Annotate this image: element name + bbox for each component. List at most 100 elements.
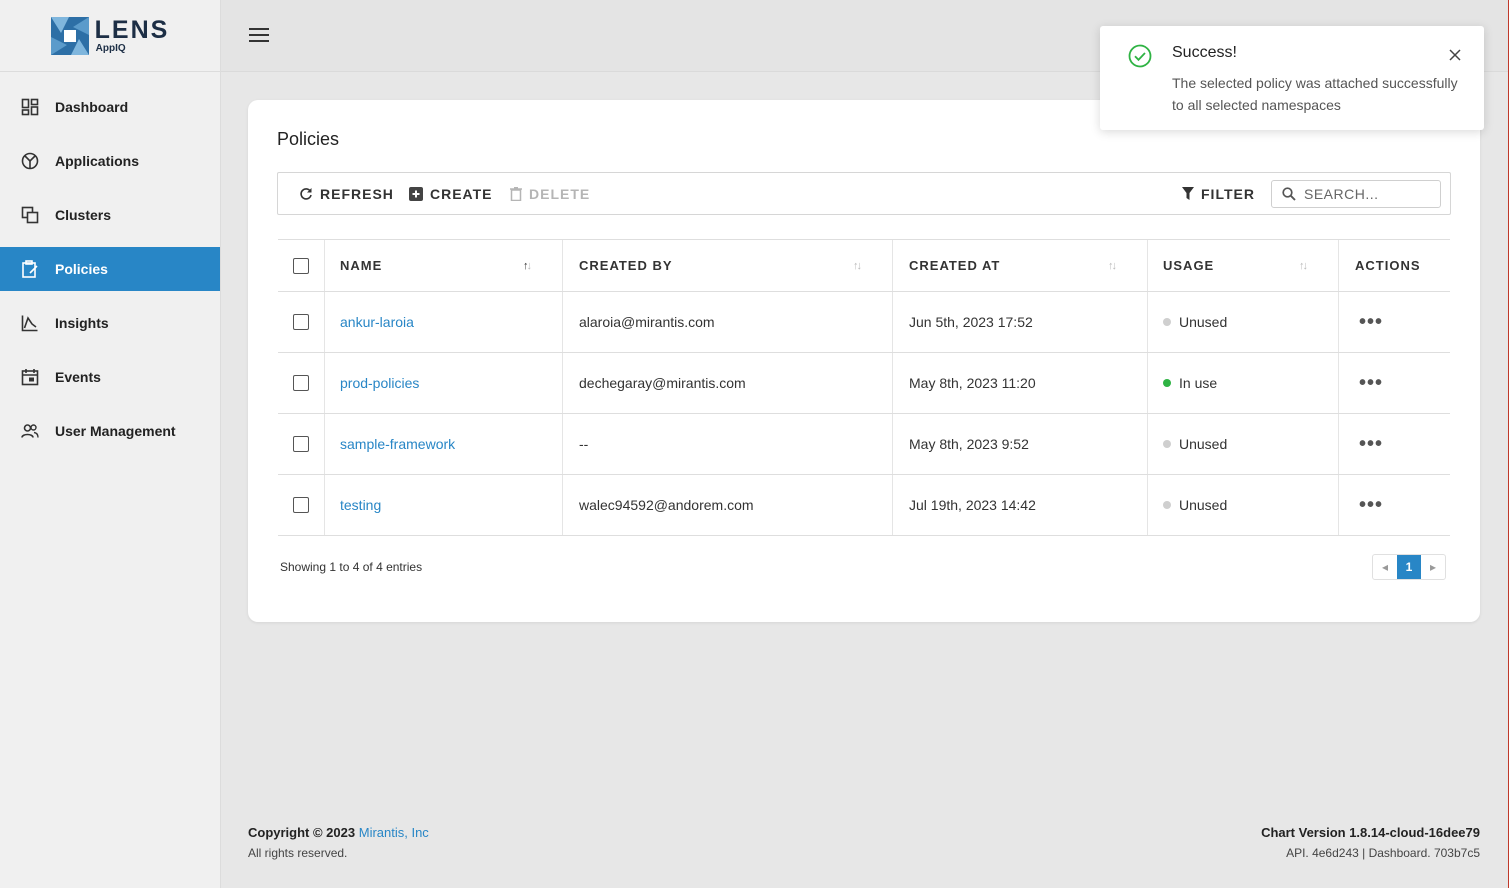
refresh-button[interactable]: REFRESH <box>299 173 394 214</box>
actions-cell: ••• <box>1339 292 1450 352</box>
sidebar-item-label: Applications <box>55 153 140 169</box>
usage-label: Unused <box>1179 436 1228 452</box>
next-page-icon[interactable]: ▸ <box>1421 555 1445 579</box>
page-title: Policies <box>277 129 340 149</box>
usage-cell: Unused <box>1148 475 1339 535</box>
policy-name-cell: testing <box>325 475 563 535</box>
success-check-icon <box>1128 44 1152 68</box>
created-at-cell: May 8th, 2023 9:52 <box>893 414 1148 474</box>
sidebar-item-insights[interactable]: Insights <box>0 301 220 345</box>
policy-name-link[interactable]: testing <box>340 497 381 513</box>
copyright-text: Copyright © 2023 <box>248 825 356 840</box>
table-row: ankur-laroia alaroia@mirantis.com Jun 5t… <box>278 292 1450 353</box>
row-select-cell <box>278 353 325 413</box>
created-at-cell: Jun 5th, 2023 17:52 <box>893 292 1148 352</box>
search-box[interactable] <box>1271 180 1441 208</box>
applications-icon <box>20 151 40 171</box>
actions-cell: ••• <box>1339 353 1450 413</box>
more-actions-icon[interactable]: ••• <box>1359 495 1383 515</box>
menu-toggle-icon[interactable] <box>249 28 269 44</box>
table-toolbar: REFRESH CREATE DELETE FILTER <box>277 172 1451 215</box>
created-by-cell: dechegaray@mirantis.com <box>563 353 893 413</box>
table-row: testing walec94592@andorem.com Jul 19th,… <box>278 475 1450 536</box>
usage-status-dot <box>1163 440 1171 448</box>
search-icon <box>1282 187 1296 201</box>
table-row: prod-policies dechegaray@mirantis.com Ma… <box>278 353 1450 414</box>
sort-icon[interactable]: ↑↓ <box>853 260 862 272</box>
row-checkbox[interactable] <box>293 314 309 330</box>
created-by-cell: alaroia@mirantis.com <box>563 292 893 352</box>
more-actions-icon[interactable]: ••• <box>1359 434 1383 454</box>
header-usage[interactable]: USAGE ↑↓ <box>1148 240 1339 291</box>
create-button[interactable]: CREATE <box>409 173 493 214</box>
policy-name-cell: sample-framework <box>325 414 563 474</box>
company-link[interactable]: Mirantis, Inc <box>359 825 429 840</box>
api-version: API. 4e6d243 | Dashboard. 703b7c5 <box>1286 846 1480 860</box>
sidebar-item-label: Policies <box>55 261 108 277</box>
more-actions-icon[interactable]: ••• <box>1359 312 1383 332</box>
close-icon[interactable] <box>1448 48 1462 62</box>
sidebar-item-applications[interactable]: Applications <box>0 139 220 183</box>
sidebar-item-user-management[interactable]: User Management <box>0 409 220 453</box>
sidebar-nav: Dashboard Applications Clusters Policies… <box>0 85 220 463</box>
sidebar-item-dashboard[interactable]: Dashboard <box>0 85 220 129</box>
row-checkbox[interactable] <box>293 375 309 391</box>
dashboard-icon <box>20 97 40 117</box>
header-usage-label: USAGE <box>1163 258 1215 273</box>
search-input[interactable] <box>1302 185 1436 203</box>
table-row: sample-framework -- May 8th, 2023 9:52 U… <box>278 414 1450 475</box>
entries-summary: Showing 1 to 4 of 4 entries <box>280 560 423 574</box>
trash-icon <box>510 186 522 201</box>
filter-button[interactable]: FILTER <box>1182 173 1255 214</box>
delete-label: DELETE <box>529 185 591 202</box>
brand-name: LENS <box>94 15 170 44</box>
policy-name-link[interactable]: sample-framework <box>340 436 455 452</box>
toast-message: The selected policy was attached success… <box>1172 75 1458 113</box>
created-at-cell: May 8th, 2023 11:20 <box>893 353 1148 413</box>
success-toast: Success! The selected policy was attache… <box>1100 26 1484 130</box>
header-created-at[interactable]: CREATED AT ↑↓ <box>893 240 1148 291</box>
sidebar-item-policies[interactable]: Policies <box>0 247 220 291</box>
clusters-icon <box>20 205 40 225</box>
delete-button[interactable]: DELETE <box>510 173 590 214</box>
sort-icon[interactable]: ↑↓ <box>523 260 532 272</box>
usage-label: Unused <box>1179 497 1228 513</box>
events-icon <box>20 367 40 387</box>
rights-text: All rights reserved. <box>248 846 348 860</box>
policies-table: NAME ↑↓ CREATED BY ↑↓ CREATED AT ↑↓ USAG… <box>278 239 1450 536</box>
select-all-cell <box>278 240 325 291</box>
header-created-at-label: CREATED AT <box>909 258 1001 273</box>
usage-cell: In use <box>1148 353 1339 413</box>
policy-name-link[interactable]: ankur-laroia <box>340 314 414 330</box>
usage-label: In use <box>1179 375 1218 391</box>
sidebar-item-label: Dashboard <box>55 99 129 115</box>
refresh-icon <box>300 187 312 200</box>
sort-icon[interactable]: ↑↓ <box>1299 260 1308 272</box>
policy-name-link[interactable]: prod-policies <box>340 375 419 391</box>
insights-icon <box>20 313 40 333</box>
lens-logo[interactable]: LENS AppIQ <box>50 15 170 55</box>
row-checkbox[interactable] <box>293 497 309 513</box>
header-created-by[interactable]: CREATED BY ↑↓ <box>563 240 893 291</box>
users-icon <box>20 421 40 441</box>
usage-status-dot <box>1163 379 1171 387</box>
more-actions-icon[interactable]: ••• <box>1359 373 1383 393</box>
sort-icon[interactable]: ↑↓ <box>1108 260 1117 272</box>
logo-area: LENS AppIQ <box>0 0 220 72</box>
sidebar-item-clusters[interactable]: Clusters <box>0 193 220 237</box>
header-name-label: NAME <box>340 258 383 273</box>
header-name[interactable]: NAME ↑↓ <box>325 240 563 291</box>
row-select-cell <box>278 292 325 352</box>
created-by-cell: -- <box>563 414 893 474</box>
prev-page-icon[interactable]: ◂ <box>1373 555 1397 579</box>
select-all-checkbox[interactable] <box>293 257 309 274</box>
add-box-icon <box>409 186 423 201</box>
usage-status-dot <box>1163 318 1171 326</box>
footer-copyright: Copyright © 2023 Mirantis, Inc All right… <box>248 825 429 860</box>
page-1-button[interactable]: 1 <box>1397 555 1421 579</box>
sidebar-item-label: User Management <box>55 423 176 439</box>
usage-status-dot <box>1163 501 1171 509</box>
chart-version: Chart Version 1.8.14-cloud-16dee79 <box>1261 825 1480 840</box>
sidebar-item-events[interactable]: Events <box>0 355 220 399</box>
row-checkbox[interactable] <box>293 436 309 452</box>
